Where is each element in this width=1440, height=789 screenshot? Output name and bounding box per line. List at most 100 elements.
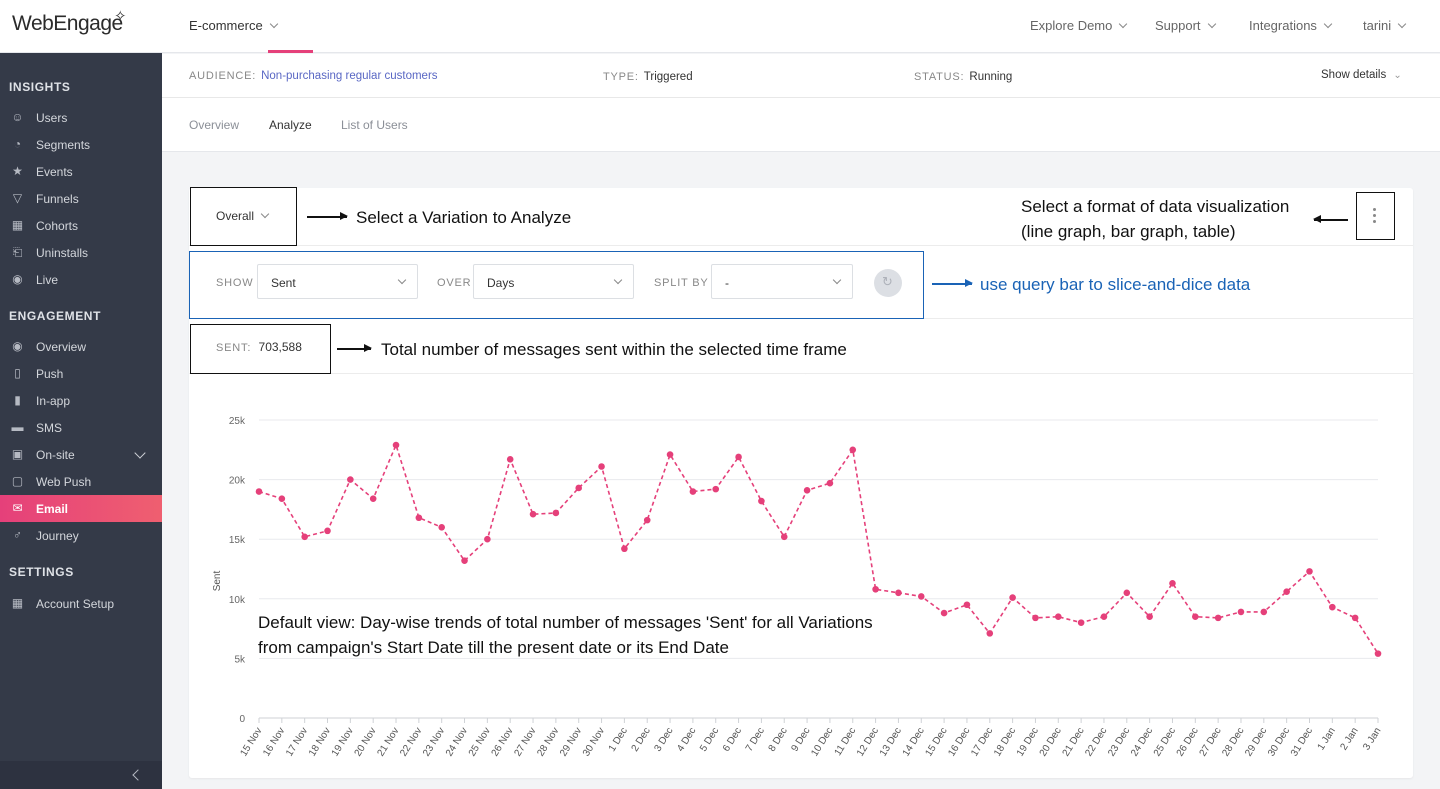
sidebar-item-label: Segments — [36, 138, 91, 152]
x-tick-label: 29 Nov — [558, 726, 584, 759]
data-point — [1214, 614, 1222, 622]
y-tick-label: 25k — [229, 416, 246, 427]
phone-icon: ▯ — [14, 366, 21, 380]
x-tick-label: 18 Dec — [992, 726, 1018, 759]
sidebar-item-account-setup[interactable]: ▦ Account Setup — [0, 590, 162, 617]
sidebar-item-sms[interactable]: ▬ SMS — [0, 414, 162, 441]
sidebar-item-email[interactable]: ✉ Email — [0, 495, 162, 522]
tab-overview[interactable]: Overview — [189, 118, 239, 132]
top-nav-item[interactable]: tarini — [1363, 18, 1407, 33]
data-point — [506, 456, 514, 463]
users-icon: ☺ — [11, 110, 24, 124]
sidebar-item-label: Funnels — [36, 192, 79, 206]
data-point — [826, 479, 834, 487]
data-point — [1009, 594, 1016, 601]
data-point — [849, 446, 857, 454]
x-tick-label: 22 Dec — [1083, 726, 1109, 759]
active-tab-indicator — [268, 50, 313, 53]
sidebar-item-label: Live — [36, 273, 59, 287]
x-tick-label: 23 Nov — [421, 726, 447, 759]
audience-info: AUDIENCE: Non-purchasing regular customer… — [189, 70, 438, 82]
sidebar-collapse-button[interactable] — [0, 761, 162, 789]
chevron-down-icon — [1323, 19, 1333, 29]
type-label: TYPE: — [603, 71, 639, 83]
annotation-arrow — [932, 280, 973, 286]
x-tick-label: 4 Dec — [675, 726, 698, 754]
data-point — [872, 585, 879, 593]
data-point — [255, 488, 263, 495]
x-tick-label: 12 Dec — [855, 726, 881, 759]
top-nav-item[interactable]: Support — [1155, 18, 1216, 33]
sidebar-item-in-app[interactable]: ▮ In-app — [0, 387, 162, 414]
data-point — [1260, 608, 1268, 616]
sidebar-item-label: Uninstalls — [36, 246, 89, 260]
more-options-icon[interactable] — [1373, 208, 1377, 224]
x-tick-label: 27 Nov — [512, 726, 538, 759]
sidebar-item-label: SMS — [36, 421, 63, 435]
campaign-info-bar: AUDIENCE: Non-purchasing regular customer… — [162, 54, 1440, 98]
data-point — [1306, 568, 1313, 575]
sidebar-item-users[interactable]: ☺ Users — [0, 104, 162, 131]
funnel-icon: ▽ — [12, 191, 23, 205]
top-nav-item[interactable]: Explore Demo — [1030, 18, 1128, 33]
data-point — [1032, 614, 1039, 622]
data-point — [575, 484, 583, 492]
settings-grid-icon: ▦ — [11, 596, 24, 610]
data-point — [712, 485, 720, 493]
data-point — [301, 533, 308, 541]
sidebar-item-label: Push — [36, 367, 64, 381]
x-tick-label: 14 Dec — [901, 726, 927, 759]
tab-list-of-users[interactable]: List of Users — [341, 118, 408, 132]
data-point — [643, 516, 651, 524]
chevron-left-icon — [132, 769, 144, 781]
chevron-down-icon — [269, 19, 278, 29]
mail-icon: ✉ — [12, 501, 23, 515]
chevron-down-icon — [1207, 19, 1216, 29]
x-tick-label: 17 Dec — [969, 726, 995, 759]
x-tick-label: 24 Dec — [1129, 726, 1155, 759]
project-selector[interactable]: E-commerce — [189, 18, 278, 33]
data-point — [940, 609, 948, 617]
sidebar-item-uninstalls[interactable]: ⎗ Uninstalls — [0, 239, 162, 266]
annotation-arrow — [307, 213, 348, 219]
tab-analyze[interactable]: Analyze — [269, 118, 312, 132]
x-tick-label: 1 Dec — [607, 726, 630, 754]
pie-icon: ◔ — [13, 137, 22, 151]
divider — [189, 245, 1413, 246]
x-tick-label: 8 Dec — [767, 726, 790, 754]
data-point — [917, 593, 925, 600]
sidebar-item-events[interactable]: ★ Events — [0, 158, 162, 185]
sidebar-item-segments[interactable]: ◔ Segments — [0, 131, 162, 158]
sidebar-item-cohorts[interactable]: ▦ Cohorts — [0, 212, 162, 239]
sidebar-item-journey[interactable]: ♂ Journey — [0, 522, 162, 549]
x-tick-label: 26 Nov — [490, 726, 516, 759]
uninstall-icon: ⎗ — [12, 245, 23, 259]
eye-icon: ◉ — [12, 339, 23, 353]
chevron-down-icon — [1119, 19, 1128, 29]
annotation-query: use query bar to slice-and-dice data — [980, 275, 1251, 294]
y-tick-label: 10k — [229, 595, 246, 606]
sms-icon: ▬ — [11, 420, 24, 434]
data-point — [1374, 650, 1382, 657]
annotation-box-sent — [190, 324, 331, 374]
sidebar-item-web-push[interactable]: ▢ Web Push — [0, 468, 162, 495]
audience-link[interactable]: Non-purchasing regular customers — [261, 70, 437, 82]
sidebar-item-push[interactable]: ▯ Push — [0, 360, 162, 387]
top-nav-item[interactable]: Integrations — [1249, 18, 1333, 33]
annotation-format-line2: (line graph, bar graph, table) — [1021, 222, 1236, 241]
sidebar-item-live[interactable]: ◉ Live — [0, 266, 162, 293]
y-axis-label: Sent — [212, 570, 223, 591]
sidebar-item-label: In-app — [36, 394, 71, 408]
top-nav-label: Integrations — [1249, 18, 1317, 33]
annotation-format-line1: Select a format of data visualization — [1021, 197, 1290, 216]
section-settings: SETTINGS — [9, 565, 74, 579]
star-icon: ★ — [12, 164, 23, 178]
sidebar-item-on-site[interactable]: ▣ On-site — [0, 441, 162, 468]
sidebar-item-funnels[interactable]: ▽ Funnels — [0, 185, 162, 212]
chevron-down-icon — [1397, 19, 1407, 29]
x-tick-label: 23 Dec — [1106, 726, 1132, 759]
show-details-button[interactable]: Show details ⌄ — [1321, 69, 1402, 81]
logo-mark-icon: ✧ — [114, 8, 127, 25]
webengage-logo[interactable]: WebEngage ✧ — [12, 8, 127, 36]
sidebar-item-overview[interactable]: ◉ Overview — [0, 333, 162, 360]
